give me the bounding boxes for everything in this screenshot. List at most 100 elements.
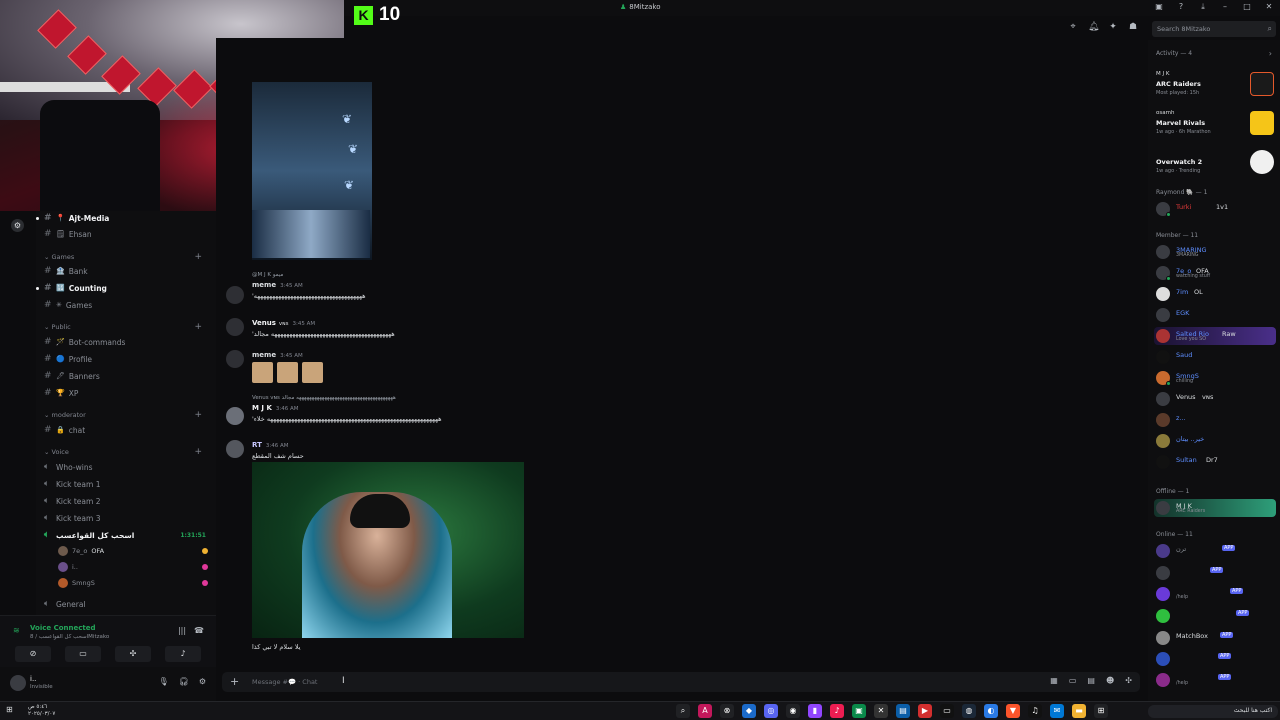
- member-item[interactable]: Turki 1v1: [1154, 200, 1276, 218]
- voice-channel-kick-team-2[interactable]: 🔈︎ Kick team 2: [44, 494, 212, 508]
- member-item[interactable]: SmngS chilling: [1154, 369, 1276, 387]
- members-icon[interactable]: ☗: [1128, 22, 1138, 32]
- xbox-icon[interactable]: ⊗: [720, 704, 734, 718]
- app-icon[interactable]: ▣: [852, 704, 866, 718]
- close-button[interactable]: ✕: [1264, 2, 1274, 12]
- app-icon[interactable]: ◆: [742, 704, 756, 718]
- channel-counting[interactable]: # 🔢 Counting: [36, 281, 212, 295]
- download-icon[interactable]: ⤓: [1198, 2, 1208, 12]
- disconnect-icon[interactable]: ☎: [194, 626, 204, 635]
- channel-games[interactable]: # ✳ Games: [44, 298, 212, 312]
- apps-icon[interactable]: ✣: [1125, 676, 1132, 685]
- member-item[interactable]: Venus ᴠɴs: [1154, 390, 1276, 408]
- server-icon[interactable]: ⚙: [11, 219, 24, 232]
- member-item[interactable]: EGK: [1154, 306, 1276, 324]
- pin-icon[interactable]: ✦: [1108, 22, 1118, 32]
- chevron-right-icon[interactable]: ›: [1269, 49, 1272, 58]
- channel-profile[interactable]: # 🔵 Profile: [44, 352, 212, 366]
- tiktok-icon[interactable]: ♪: [830, 704, 844, 718]
- add-channel-icon[interactable]: +: [194, 447, 202, 457]
- terminal-icon[interactable]: ▭: [940, 704, 954, 718]
- activity-card[interactable]: M J K ARC Raiders Most played: 15h: [1152, 68, 1278, 104]
- folder-icon[interactable]: ▬: [1072, 704, 1086, 718]
- message-video-attachment[interactable]: [252, 462, 524, 638]
- voice-channel-kick-team-1[interactable]: 🔈︎ Kick team 1: [44, 477, 212, 491]
- voice-channel-kick-team-3[interactable]: 🔈︎ Kick team 3: [44, 511, 212, 525]
- minimize-button[interactable]: –: [1220, 2, 1230, 12]
- chrome-icon[interactable]: ◐: [984, 704, 998, 718]
- screen-share-icon[interactable]: ▭: [65, 646, 101, 662]
- category-games[interactable]: ⌄ Games +: [44, 252, 212, 263]
- add-channel-icon[interactable]: +: [194, 322, 202, 332]
- tiktok-icon[interactable]: ♫: [1028, 704, 1042, 718]
- member-item[interactable]: APP: [1154, 650, 1276, 668]
- app-icon[interactable]: A: [698, 704, 712, 718]
- inbox-icon[interactable]: ▣: [1154, 2, 1164, 12]
- avatar[interactable]: [226, 440, 244, 458]
- voice-user[interactable]: i..: [58, 560, 208, 574]
- voice-user[interactable]: SmngS: [58, 576, 208, 590]
- member-item[interactable]: APP/help: [1154, 671, 1276, 689]
- avatar[interactable]: [226, 286, 244, 304]
- app-icon[interactable]: ▤: [896, 704, 910, 718]
- message-composer[interactable]: + Message #💬 · Chat I ▦ ▭ ▤ ☻ ✣: [222, 672, 1140, 692]
- add-channel-icon[interactable]: +: [194, 252, 202, 262]
- member-item[interactable]: خير.. بيتان: [1154, 432, 1276, 450]
- sticker-icon[interactable]: ▤: [1087, 676, 1095, 685]
- channel-banners[interactable]: # 🖊 Banners: [44, 369, 212, 383]
- channel-bot-commands[interactable]: # 🪄 Bot-commands: [44, 335, 212, 349]
- microphone-icon[interactable]: 🎙︎: [159, 677, 169, 686]
- channel-chat[interactable]: # 🔒 chat: [44, 423, 212, 437]
- channel-ajt-media[interactable]: # 📍 Ajt-Media: [36, 211, 212, 225]
- member-item[interactable]: Sultan Dr7: [1154, 453, 1276, 471]
- gif-icon[interactable]: ▭: [1069, 676, 1077, 685]
- app-icon[interactable]: ✉: [1050, 704, 1064, 718]
- member-item[interactable]: ترن APP: [1154, 542, 1276, 560]
- activities-icon[interactable]: ✣: [115, 646, 151, 662]
- camera-off-icon[interactable]: ⊘: [15, 646, 51, 662]
- discord-icon[interactable]: ◎: [764, 704, 778, 718]
- twitch-icon[interactable]: ▮: [808, 704, 822, 718]
- message-input[interactable]: Message #💬 · Chat: [252, 678, 317, 686]
- app-icon[interactable]: ⊞: [1094, 704, 1108, 718]
- voice-channel-active[interactable]: 🔈︎ اسحب كل القواعسب 1:31:51: [44, 528, 212, 542]
- avatar[interactable]: [226, 407, 244, 425]
- taskbar-clock[interactable]: ٥:٤٦ ص ٢٠٢٥/٠٣/٠٧: [28, 704, 55, 718]
- category-public[interactable]: ⌄ Public +: [44, 322, 212, 333]
- sticker-image[interactable]: [302, 362, 323, 383]
- avatar[interactable]: [10, 675, 26, 691]
- search-input[interactable]: Search 8Mitzako ⌕: [1152, 21, 1276, 37]
- voice-channel-general[interactable]: 🔈︎ General: [44, 597, 212, 611]
- threads-icon[interactable]: ⌖: [1068, 22, 1078, 32]
- taskbar-search[interactable]: اكتب هنا للبحث: [1148, 705, 1278, 718]
- noise-suppression-icon[interactable]: |||: [178, 626, 186, 635]
- avatar[interactable]: [226, 350, 244, 368]
- member-item[interactable]: APP: [1154, 564, 1276, 582]
- channel-xp[interactable]: # 🏆 XP: [44, 386, 212, 400]
- search-icon[interactable]: ⌕: [676, 704, 690, 718]
- channel-ehsan[interactable]: # 🗒 Ehsan: [44, 227, 212, 241]
- member-item[interactable]: 7e_o OFA watching stuff: [1154, 264, 1276, 282]
- voice-user[interactable]: 7e_o OFA: [58, 544, 208, 558]
- member-item[interactable]: APP/help: [1154, 585, 1276, 603]
- steam-icon[interactable]: ◍: [962, 704, 976, 718]
- member-item[interactable]: z...: [1154, 411, 1276, 429]
- maximize-button[interactable]: □: [1242, 2, 1252, 12]
- member-item[interactable]: Saud: [1154, 348, 1276, 366]
- help-icon[interactable]: ?: [1176, 2, 1186, 12]
- activity-card[interactable]: osamh Marvel Rivals 1w ago · 6h Marathon: [1152, 107, 1278, 143]
- youtube-icon[interactable]: ▶: [918, 704, 932, 718]
- member-item[interactable]: 7im OL: [1154, 285, 1276, 303]
- sticker-image[interactable]: [277, 362, 298, 383]
- start-icon[interactable]: ⊞: [6, 705, 13, 714]
- member-item[interactable]: MatchBox APP: [1154, 629, 1276, 647]
- member-item[interactable]: Salted Rio Raw Love you SO: [1154, 327, 1276, 345]
- message-image-attachment[interactable]: ❦ ❦ ❦: [252, 82, 372, 260]
- add-attachment-icon[interactable]: +: [230, 675, 239, 688]
- channel-bank[interactable]: # 🏦 Bank: [44, 264, 212, 278]
- sticker-image[interactable]: [252, 362, 273, 383]
- avatar[interactable]: [226, 318, 244, 336]
- bell-icon[interactable]: 🔔︎: [1088, 22, 1099, 32]
- add-channel-icon[interactable]: +: [194, 410, 202, 420]
- gift-icon[interactable]: ▦: [1050, 676, 1058, 685]
